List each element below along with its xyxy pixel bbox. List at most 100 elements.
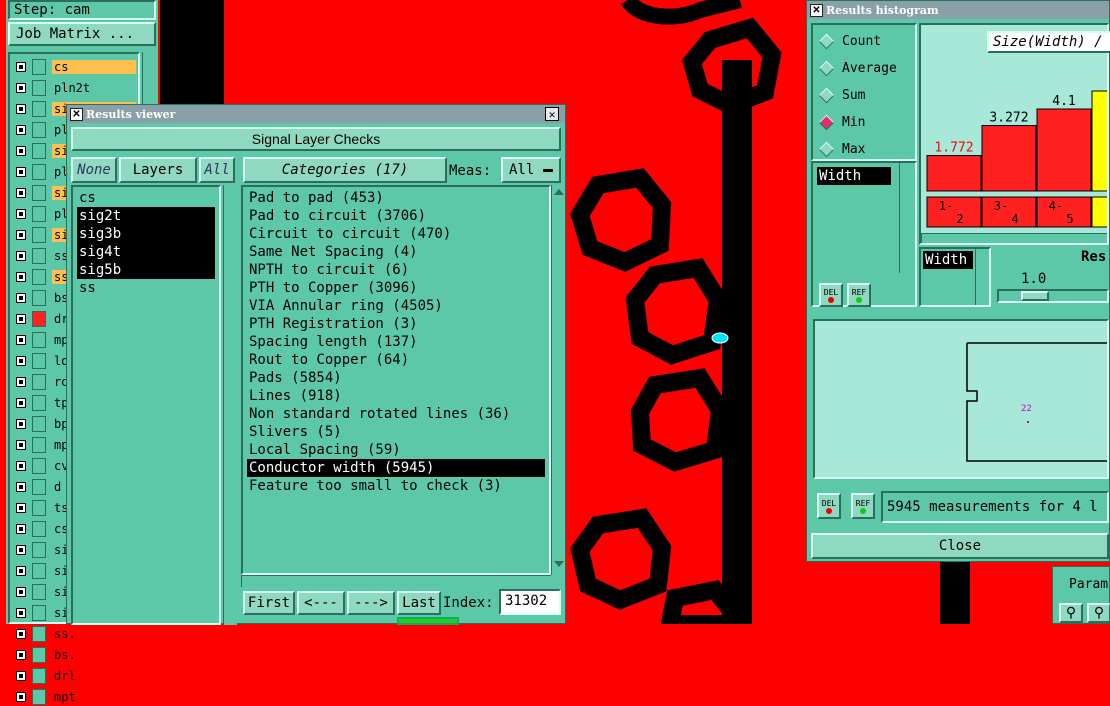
- categories-header-button[interactable]: Categories (17): [243, 157, 447, 183]
- radio-diamond-icon[interactable]: [818, 60, 835, 76]
- layers-all-button[interactable]: All: [199, 157, 235, 183]
- category-row[interactable]: Same Net Spacing (4): [247, 243, 545, 261]
- category-row[interactable]: NPTH to circuit (6): [247, 261, 545, 279]
- window-menu-icon[interactable]: ✕: [810, 3, 823, 17]
- histogram-bin-cell[interactable]: [926, 196, 982, 228]
- layer-checkbox[interactable]: [16, 293, 26, 303]
- layer-checkbox[interactable]: [16, 566, 26, 576]
- layer-checkbox[interactable]: [16, 650, 26, 660]
- layer-checkbox[interactable]: [16, 230, 26, 240]
- radio-diamond-icon[interactable]: [818, 141, 835, 157]
- layer-checkbox[interactable]: [16, 356, 26, 366]
- layer-list-item[interactable]: ss.: [12, 625, 138, 643]
- ref-button[interactable]: REF: [847, 283, 871, 307]
- layers-none-button[interactable]: None: [71, 157, 117, 183]
- category-row[interactable]: Local Spacing (59): [247, 441, 545, 459]
- layers-list-scrollbar[interactable]: [223, 185, 237, 625]
- stat-option-sum[interactable]: Sum: [818, 85, 865, 105]
- layers-header-button[interactable]: Layers: [119, 157, 197, 183]
- slider-thumb[interactable]: [1021, 291, 1049, 301]
- results-viewer-titlebar[interactable]: ✕ Results viewer: [67, 105, 565, 123]
- layer-checkbox[interactable]: [16, 104, 26, 114]
- radio-diamond-icon[interactable]: [818, 87, 835, 103]
- width-row-scrollbar[interactable]: [975, 249, 989, 305]
- layer-checkbox[interactable]: [16, 83, 26, 93]
- histogram-bin-cell[interactable]: [1036, 196, 1092, 228]
- category-row[interactable]: Slivers (5): [247, 423, 545, 441]
- scroll-down-icon[interactable]: [554, 561, 564, 567]
- categories-scrollbar[interactable]: [551, 185, 565, 575]
- field-list-scrollbar[interactable]: [899, 163, 913, 273]
- results-viewer-close-icon[interactable]: ✕: [545, 107, 559, 121]
- layer-checkbox[interactable]: [16, 146, 26, 156]
- layer-checkbox[interactable]: [16, 188, 26, 198]
- category-row[interactable]: Conductor width (5945): [247, 459, 545, 477]
- last-button[interactable]: Last: [397, 591, 441, 615]
- width-row-item[interactable]: Width: [923, 251, 973, 269]
- category-row[interactable]: Circuit to circuit (470): [247, 225, 545, 243]
- category-row[interactable]: Pad to circuit (3706): [247, 207, 545, 225]
- layer-checkbox[interactable]: [16, 251, 26, 261]
- layer-checkbox[interactable]: [16, 335, 26, 345]
- category-row[interactable]: Pads (5854): [247, 369, 545, 387]
- layer-checkbox[interactable]: [16, 167, 26, 177]
- categories-hscrollbar[interactable]: [241, 575, 551, 587]
- prev-button[interactable]: <---: [297, 591, 345, 615]
- layer-checkbox[interactable]: [16, 377, 26, 387]
- layer-checkbox[interactable]: [16, 503, 26, 513]
- layer-checkbox[interactable]: [16, 629, 26, 639]
- layer-checkbox[interactable]: [16, 209, 26, 219]
- width-list-item[interactable]: Width: [817, 167, 891, 185]
- layer-checkbox[interactable]: [16, 482, 26, 492]
- resolution-slider[interactable]: [997, 289, 1109, 303]
- category-row[interactable]: PTH to Copper (3096): [247, 279, 545, 297]
- next-button[interactable]: --->: [347, 591, 395, 615]
- layer-checkbox[interactable]: [16, 671, 26, 681]
- layer-row[interactable]: sig3b: [77, 225, 215, 243]
- layer-row[interactable]: sig5b: [77, 261, 215, 279]
- layer-checkbox[interactable]: [16, 545, 26, 555]
- stat-option-max[interactable]: Max: [818, 139, 865, 159]
- ref-button-bottom[interactable]: REF: [851, 493, 875, 519]
- layer-row[interactable]: ss: [77, 279, 215, 297]
- index-input[interactable]: 31302: [499, 589, 561, 615]
- stat-option-count[interactable]: Count: [818, 31, 881, 51]
- histogram-titlebar[interactable]: ✕ Results histogram: [807, 1, 1109, 19]
- layer-checkbox[interactable]: [16, 440, 26, 450]
- window-menu-icon[interactable]: ✕: [70, 107, 83, 121]
- histogram-bin-cell[interactable]: [1091, 196, 1107, 228]
- histogram-bar[interactable]: [926, 155, 982, 192]
- layer-list-item[interactable]: mpt: [12, 688, 138, 706]
- layer-list-item[interactable]: bs.: [12, 646, 138, 664]
- del-button-bottom[interactable]: DEL: [817, 493, 841, 519]
- layer-checkbox[interactable]: [16, 419, 26, 429]
- layer-list-item[interactable]: cs: [12, 58, 138, 76]
- del-button[interactable]: DEL: [819, 283, 843, 307]
- histogram-hscrollbar[interactable]: [921, 233, 1107, 243]
- layer-checkbox[interactable]: [16, 692, 26, 702]
- layer-checkbox[interactable]: [16, 398, 26, 408]
- layer-checkbox[interactable]: [16, 125, 26, 135]
- layer-checkbox[interactable]: [16, 62, 26, 72]
- layer-checkbox[interactable]: [16, 314, 26, 324]
- layer-checkbox[interactable]: [16, 524, 26, 534]
- layer-checkbox[interactable]: [16, 608, 26, 618]
- meas-select[interactable]: All: [501, 157, 561, 183]
- job-matrix-button[interactable]: Job Matrix ...: [8, 22, 156, 46]
- layer-list-item[interactable]: pln2t: [12, 79, 138, 97]
- radio-diamond-icon[interactable]: [818, 33, 835, 49]
- layer-row[interactable]: sig2t: [77, 207, 215, 225]
- layer-row[interactable]: sig4t: [77, 243, 215, 261]
- histogram-bar[interactable]: [1091, 90, 1107, 192]
- layer-checkbox[interactable]: [16, 587, 26, 597]
- stat-option-average[interactable]: Average: [818, 58, 897, 78]
- category-row[interactable]: Spacing length (137): [247, 333, 545, 351]
- first-button[interactable]: First: [243, 591, 295, 615]
- category-row[interactable]: Feature too small to check (3): [247, 477, 545, 495]
- histogram-bar[interactable]: [981, 125, 1037, 192]
- category-row[interactable]: Rout to Copper (64): [247, 351, 545, 369]
- close-button[interactable]: Close: [811, 533, 1109, 559]
- category-row[interactable]: Lines (918): [247, 387, 545, 405]
- histogram-bin-cell[interactable]: [981, 196, 1037, 228]
- run-icon[interactable]: ⚲: [1059, 603, 1083, 623]
